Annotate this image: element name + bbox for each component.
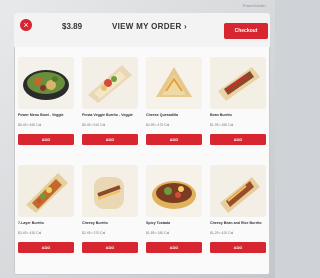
menu-item-card[interactable]: Cheesy Burrito $2.49 • 370 Cal ADD (82, 165, 138, 265)
quesadilla-image (146, 57, 202, 109)
view-order-link[interactable]: VIEW MY ORDER › (112, 22, 187, 31)
add-button[interactable]: ADD (146, 242, 202, 253)
add-button[interactable]: ADD (18, 134, 74, 145)
menu-item-card[interactable]: Power Menu Bowl - Veggie $6.49 • 450 Cal… (18, 57, 74, 157)
item-price: $5.49 • 510 Cal (82, 123, 106, 127)
item-price: $1.89 • 180 Cal (146, 231, 170, 235)
add-button[interactable]: ADD (146, 134, 202, 145)
order-total: $3.89 (62, 22, 83, 31)
kiosk-screen: × $3.89 VIEW MY ORDER › Checkout Power M… (14, 13, 270, 275)
tostada-image (146, 165, 202, 217)
item-price: $1.99 • 350 Cal (210, 123, 234, 127)
item-name: Power Menu Bowl - Veggie (18, 113, 64, 117)
order-header: × $3.89 VIEW MY ORDER › Checkout (14, 13, 270, 47)
veggie-burrito-image (82, 57, 138, 109)
add-button[interactable]: ADD (18, 242, 74, 253)
add-button[interactable]: ADD (82, 134, 138, 145)
cheesy-burrito-image (82, 165, 138, 217)
bean-burrito-image (210, 57, 266, 109)
bean-rice-burrito-image (210, 165, 266, 217)
checkout-button[interactable]: Checkout (224, 23, 268, 39)
add-button[interactable]: ADD (82, 242, 138, 253)
add-button[interactable]: ADD (210, 242, 266, 253)
item-name: Cheesy Burrito (82, 221, 108, 225)
item-name: Cheese Quesadilla (146, 113, 178, 117)
item-price: $1.29 • 420 Cal (210, 231, 234, 235)
item-name: Bean Burrito (210, 113, 232, 117)
item-name: Cheesy Bean and Rice Burrito (210, 221, 262, 225)
item-name: Fiesta Veggie Burrito - Veggie (82, 113, 133, 117)
item-name: Spicy Tostada (146, 221, 171, 225)
menu-item-card[interactable]: Bean Burrito $1.99 • 350 Cal ADD (210, 57, 266, 157)
power-bowl-image (18, 57, 74, 109)
close-button[interactable]: × (20, 19, 32, 31)
menu-item-card[interactable]: Spicy Tostada $1.89 • 180 Cal ADD (146, 165, 202, 265)
menu-item-card[interactable]: Fiesta Veggie Burrito - Veggie $5.49 • 5… (82, 57, 138, 157)
add-button[interactable]: ADD (210, 134, 266, 145)
item-price: $2.49 • 370 Cal (82, 231, 106, 235)
item-name: 7-Layer Burrito (18, 221, 44, 225)
menu-item-card[interactable]: 7-Layer Burrito $3.49 • 430 Cal ADD (18, 165, 74, 265)
menu-grid: Power Menu Bowl - Veggie $6.49 • 450 Cal… (18, 57, 270, 269)
kiosk-label: Placeholder (242, 3, 266, 8)
menu-item-card[interactable]: Cheesy Bean and Rice Burrito $1.29 • 420… (210, 165, 266, 265)
item-price: $3.49 • 430 Cal (18, 231, 42, 235)
seven-layer-burrito-image (18, 165, 74, 217)
menu-item-card[interactable]: Cheese Quesadilla $4.99 • 470 Cal ADD (146, 57, 202, 157)
item-price: $4.99 • 470 Cal (146, 123, 170, 127)
item-price: $6.49 • 450 Cal (18, 123, 42, 127)
